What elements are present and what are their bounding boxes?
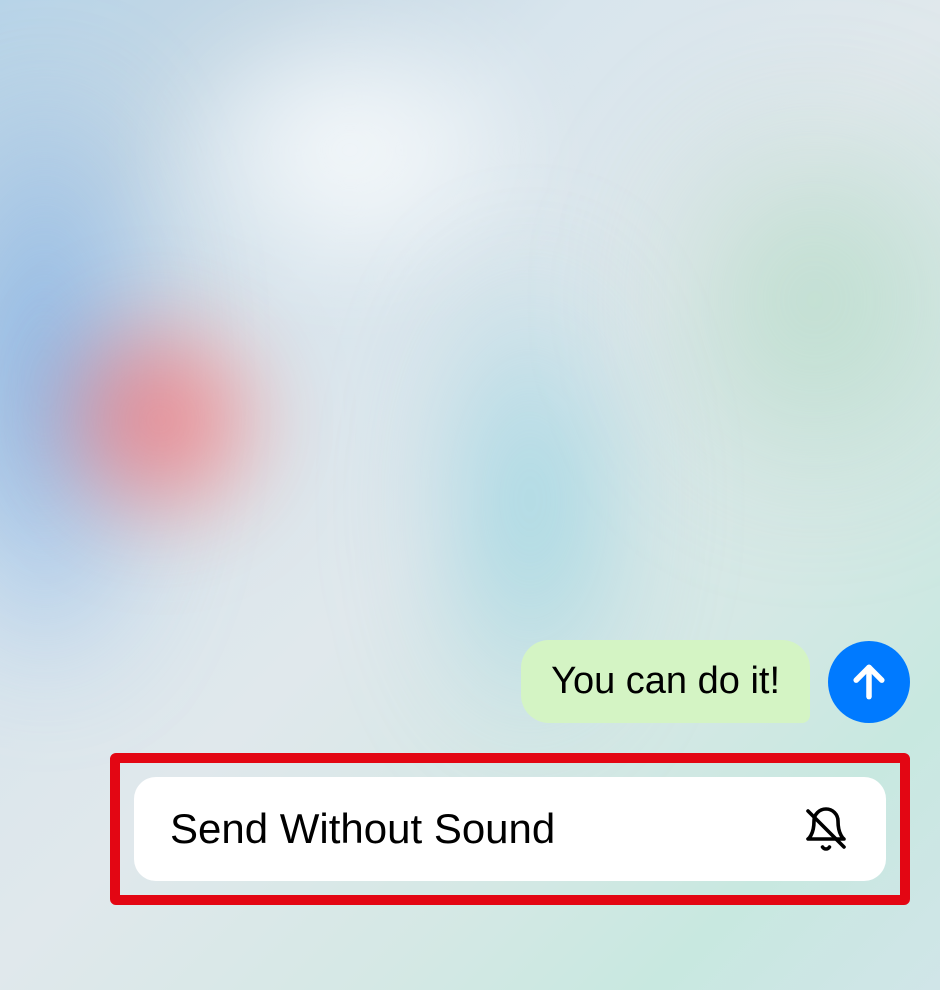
annotation-highlight: Send Without Sound (110, 753, 910, 905)
send-button[interactable] (828, 641, 910, 723)
background-blur (20, 280, 300, 560)
outgoing-message-row: You can do it! (20, 640, 920, 723)
arrow-up-icon (847, 660, 891, 704)
background-blur (640, 100, 940, 500)
send-without-sound-option[interactable]: Send Without Sound (134, 777, 886, 881)
message-send-area: You can do it! Send Without Sound (0, 640, 940, 905)
message-text: You can do it! (551, 660, 780, 702)
option-label: Send Without Sound (170, 805, 555, 853)
message-bubble[interactable]: You can do it! (521, 640, 810, 723)
bell-off-icon (802, 805, 850, 853)
